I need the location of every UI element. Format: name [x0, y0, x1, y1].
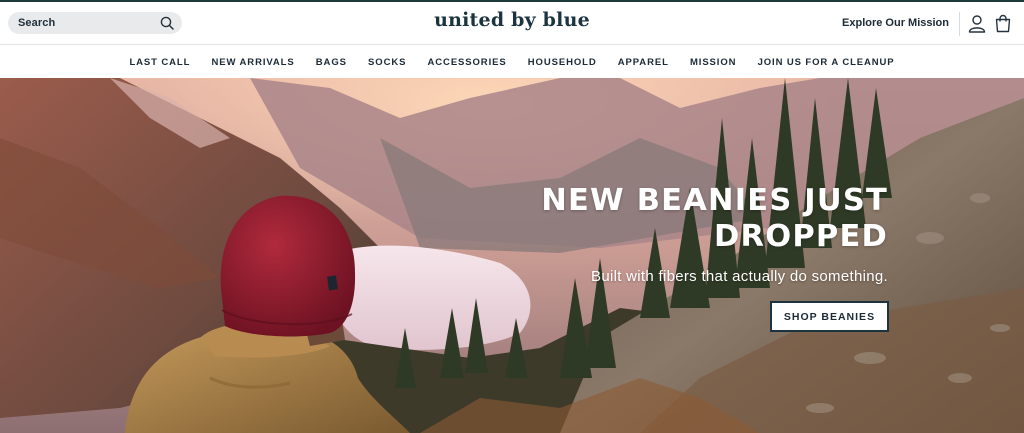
nav-item-apparel[interactable]: APPAREL: [607, 57, 679, 68]
nav-item-socks[interactable]: SOCKS: [357, 57, 416, 68]
search-input[interactable]: Search: [8, 12, 182, 34]
hero-image: [0, 78, 1024, 433]
hero-heading-line-1: NEW BEANIES JUST: [541, 183, 888, 218]
header-divider: [959, 12, 960, 36]
nav-item-join-cleanup[interactable]: JOIN US FOR A CLEANUP: [747, 57, 905, 68]
main-nav: LAST CALL NEW ARRIVALS BAGS SOCKS ACCESS…: [0, 46, 1024, 78]
hero-banner[interactable]: NEW BEANIES JUST DROPPED Built with fibe…: [0, 78, 1024, 433]
nav-item-mission[interactable]: MISSION: [679, 57, 747, 68]
search-placeholder: Search: [18, 17, 56, 29]
account-icon[interactable]: [968, 14, 986, 33]
search-icon[interactable]: [160, 16, 174, 30]
shop-beanies-button[interactable]: SHOP BEANIES: [770, 301, 889, 332]
nav-item-bags[interactable]: BAGS: [305, 57, 357, 68]
hero-heading: NEW BEANIES JUST DROPPED: [468, 183, 888, 255]
explore-mission-link[interactable]: Explore Our Mission: [842, 17, 949, 29]
brand-logo[interactable]: united by blue: [434, 9, 590, 31]
nav-item-new-arrivals[interactable]: NEW ARRIVALS: [201, 57, 305, 68]
nav-item-accessories[interactable]: ACCESSORIES: [417, 57, 517, 68]
hero-heading-line-2: DROPPED: [714, 219, 888, 254]
site-header: Search united by blue Explore Our Missio…: [0, 2, 1024, 45]
cart-icon[interactable]: [995, 14, 1011, 33]
nav-item-last-call[interactable]: LAST CALL: [119, 57, 201, 68]
nav-item-household[interactable]: HOUSEHOLD: [517, 57, 607, 68]
hero-subheading: Built with fibers that actually do somet…: [591, 268, 888, 285]
